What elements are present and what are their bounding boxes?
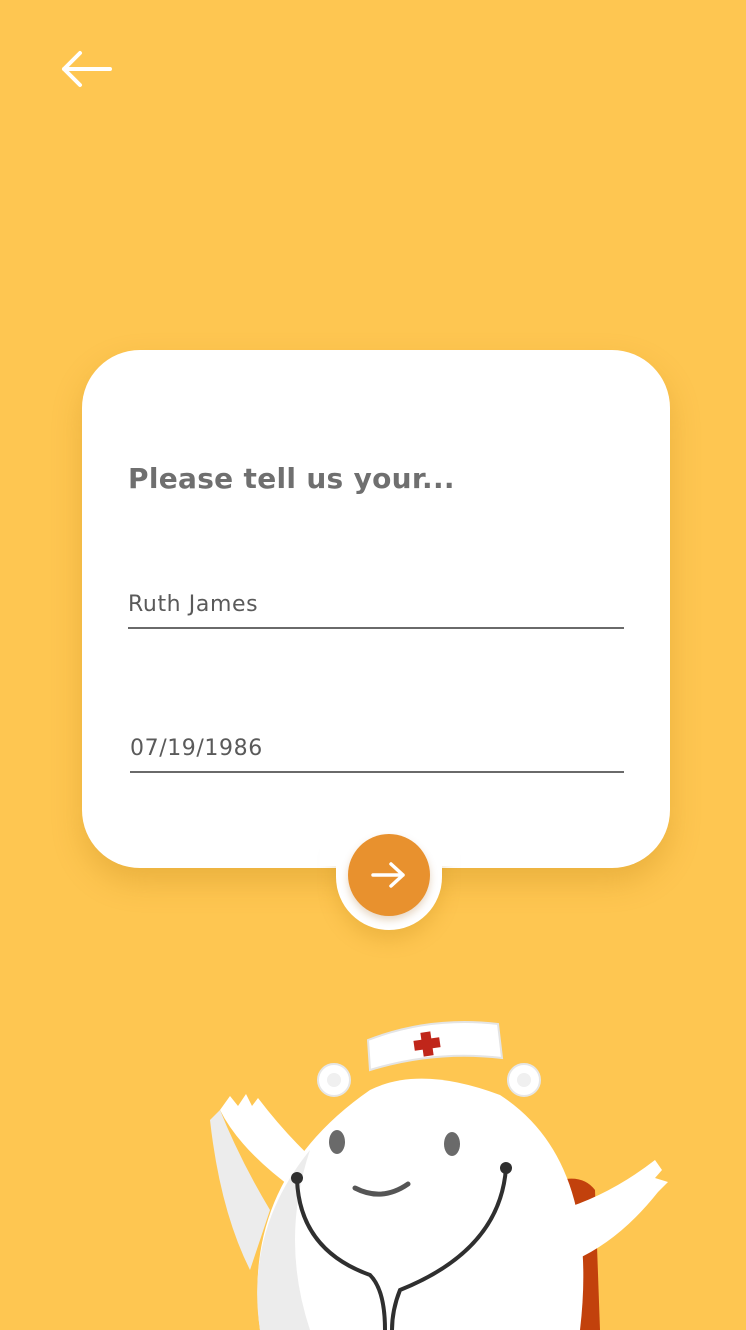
dob-field[interactable]: 07/19/1986 [130,736,624,773]
name-field[interactable]: Ruth James [128,592,624,629]
arrow-right-icon [371,862,405,888]
form-prompt: Please tell us your... [128,462,455,495]
next-button[interactable] [348,834,430,916]
nurse-bear-mascot [210,1021,668,1330]
back-button[interactable] [56,44,116,94]
arrow-left-icon [62,51,112,87]
